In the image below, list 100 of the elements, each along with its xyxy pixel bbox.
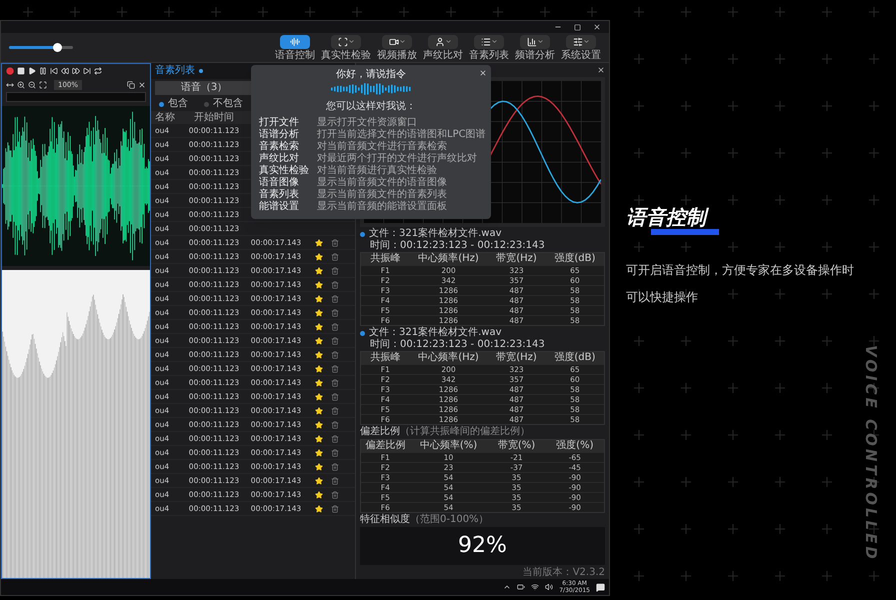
command-description: 显示打开文件资源窗口 bbox=[317, 117, 417, 128]
trash-icon[interactable] bbox=[331, 308, 339, 316]
trash-icon[interactable] bbox=[331, 462, 339, 470]
star-icon[interactable] bbox=[315, 238, 323, 246]
star-icon[interactable] bbox=[315, 378, 323, 386]
star-icon[interactable] bbox=[315, 434, 323, 442]
column-header: 中心频率(Hz) bbox=[417, 253, 480, 265]
notification-icon[interactable] bbox=[596, 582, 605, 592]
section-note: （计算共振峰间的偏差比例） bbox=[400, 426, 530, 438]
star-icon[interactable] bbox=[315, 476, 323, 484]
settings-icon bbox=[572, 36, 582, 46]
copy-icon[interactable] bbox=[127, 81, 135, 89]
trash-icon[interactable] bbox=[331, 406, 339, 414]
close-icon[interactable] bbox=[593, 23, 601, 31]
battery-icon[interactable] bbox=[517, 583, 526, 591]
feature-heading: 语音控制 bbox=[626, 205, 860, 229]
star-icon[interactable] bbox=[315, 350, 323, 358]
fast-forward-icon[interactable] bbox=[72, 67, 80, 75]
command-description: 对当前音频进行真实性检验 bbox=[317, 165, 437, 176]
trash-icon[interactable] bbox=[331, 294, 339, 302]
trash-icon[interactable] bbox=[331, 448, 339, 456]
chevron-up-icon[interactable] bbox=[503, 583, 512, 591]
wifi-icon[interactable] bbox=[531, 583, 540, 591]
command-name: 音素检索 bbox=[259, 141, 300, 152]
toolbar-button[interactable]: 频谱分析 bbox=[515, 34, 555, 60]
trash-icon[interactable] bbox=[331, 252, 339, 260]
star-icon[interactable] bbox=[315, 504, 323, 512]
star-icon[interactable] bbox=[315, 336, 323, 344]
column-header: 名称 bbox=[155, 112, 176, 124]
fit-width-icon[interactable] bbox=[6, 81, 14, 89]
trash-icon[interactable] bbox=[331, 364, 339, 372]
column-header: 中心频率(Hz) bbox=[417, 352, 480, 364]
filter-tab[interactable]: 语音（3） bbox=[155, 81, 253, 95]
zoom-in-icon[interactable] bbox=[17, 81, 25, 89]
trash-icon[interactable] bbox=[331, 336, 339, 344]
toolbar-button[interactable]: 视频播放 bbox=[377, 34, 417, 60]
close-icon[interactable] bbox=[597, 66, 605, 74]
toolbar-button[interactable]: 声纹比对 bbox=[423, 34, 463, 60]
column-header: 中心频率(%) bbox=[418, 440, 478, 452]
trash-icon[interactable] bbox=[331, 350, 339, 358]
trash-icon[interactable] bbox=[331, 420, 339, 428]
star-icon[interactable] bbox=[315, 364, 323, 372]
maximize-icon[interactable] bbox=[574, 24, 581, 30]
trash-icon[interactable] bbox=[331, 476, 339, 484]
play-icon[interactable] bbox=[28, 67, 36, 75]
pause-icon[interactable] bbox=[39, 67, 47, 75]
toolbar-button[interactable]: 音素列表 bbox=[469, 34, 509, 60]
trash-icon[interactable] bbox=[331, 280, 339, 288]
star-icon[interactable] bbox=[315, 308, 323, 316]
toolbar-button[interactable]: 系统设置 bbox=[561, 34, 601, 60]
caret-icon bbox=[444, 38, 452, 45]
star-icon[interactable] bbox=[315, 420, 323, 428]
trash-icon[interactable] bbox=[331, 322, 339, 330]
trash-icon[interactable] bbox=[331, 490, 339, 498]
column-header: 偏差比例 bbox=[364, 440, 406, 452]
star-icon[interactable] bbox=[315, 490, 323, 498]
time-range: 时间：00:12:23:123 - 00:12:23:143 bbox=[369, 240, 546, 252]
section-title: 偏差比例 bbox=[360, 426, 400, 438]
toolbar-button[interactable]: 真实性检验 bbox=[321, 34, 371, 60]
star-icon[interactable] bbox=[315, 252, 323, 260]
caret-icon bbox=[536, 38, 544, 45]
trash-icon[interactable] bbox=[331, 266, 339, 274]
star-icon[interactable] bbox=[315, 462, 323, 470]
skip-forward-icon[interactable] bbox=[83, 67, 91, 75]
star-icon[interactable] bbox=[315, 392, 323, 400]
skip-back-icon[interactable] bbox=[50, 67, 58, 75]
close-icon[interactable] bbox=[138, 81, 146, 89]
command-description: 对最近两个打开的文件进行声纹比对 bbox=[317, 153, 477, 164]
volume-icon[interactable] bbox=[545, 583, 554, 591]
trash-icon[interactable] bbox=[331, 434, 339, 442]
panel-tab[interactable]: 音素列表 bbox=[155, 65, 195, 77]
zoom-slider[interactable] bbox=[9, 46, 73, 49]
toolbar-button[interactable]: 语音控制 bbox=[275, 34, 315, 60]
column-header: 开始时间 bbox=[193, 112, 235, 124]
trash-icon[interactable] bbox=[331, 378, 339, 386]
close-icon[interactable] bbox=[479, 69, 487, 77]
fullscreen-icon[interactable] bbox=[39, 81, 47, 89]
file-name: 文件：321案件检材文件.wav bbox=[369, 327, 502, 338]
trash-icon[interactable] bbox=[331, 238, 339, 246]
trash-icon[interactable] bbox=[331, 392, 339, 400]
filter-radio[interactable]: 包含 bbox=[159, 98, 188, 110]
stop-icon[interactable] bbox=[17, 67, 25, 75]
star-icon[interactable] bbox=[315, 280, 323, 288]
command-name: 能谱设置 bbox=[259, 201, 300, 213]
caret-icon bbox=[490, 38, 498, 45]
slider-thumb[interactable] bbox=[53, 43, 62, 52]
command-description: 显示当前音频文件的音素列表 bbox=[317, 189, 447, 200]
trash-icon[interactable] bbox=[331, 504, 339, 512]
record-icon[interactable] bbox=[6, 67, 14, 75]
star-icon[interactable] bbox=[315, 266, 323, 274]
zoom-out-icon[interactable] bbox=[28, 81, 36, 89]
filter-radio[interactable]: 不包含 bbox=[204, 98, 243, 110]
star-icon[interactable] bbox=[315, 448, 323, 456]
loop-icon[interactable] bbox=[94, 67, 102, 75]
star-icon[interactable] bbox=[315, 294, 323, 302]
command-name: 音素列表 bbox=[259, 189, 300, 200]
rewind-icon[interactable] bbox=[61, 67, 69, 75]
star-icon[interactable] bbox=[315, 322, 323, 330]
column-header: 带宽(Hz) bbox=[495, 253, 538, 265]
star-icon[interactable] bbox=[315, 406, 323, 414]
